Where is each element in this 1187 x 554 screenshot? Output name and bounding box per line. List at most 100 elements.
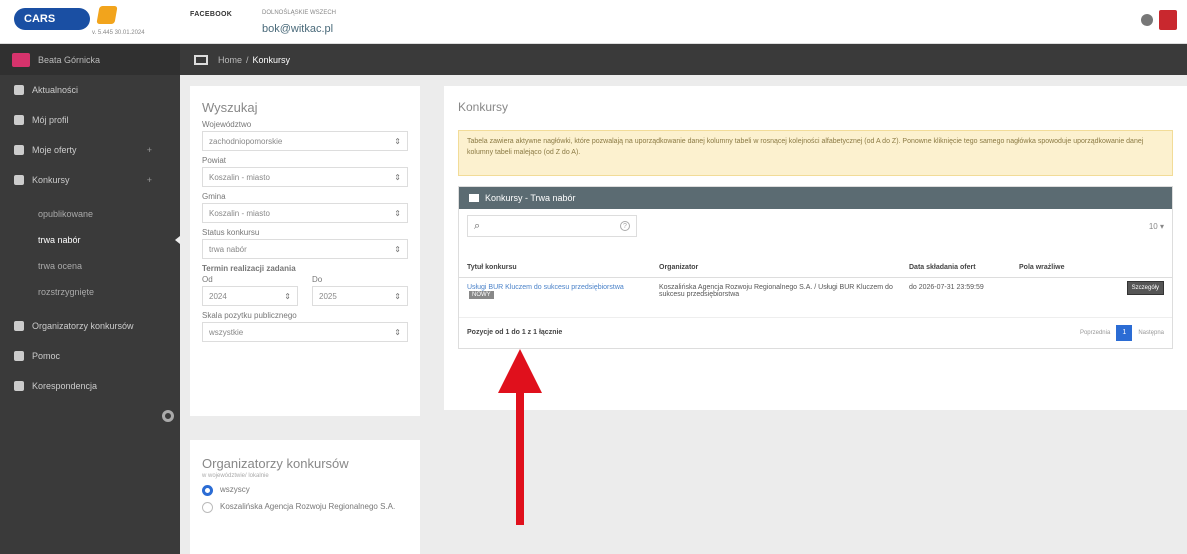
col-title[interactable]: Tytuł konkursu (459, 243, 651, 278)
cell-sensitive (1011, 277, 1081, 318)
eye-icon[interactable] (1141, 14, 1153, 26)
organizer-option-karr[interactable]: Koszalińska Agencja Rozwoju Regionalnego… (202, 502, 408, 513)
sidebar-item-label: Organizatorzy konkursów (32, 321, 134, 331)
organizers-subtitle: w województwie/ lokalnie (202, 473, 269, 479)
select-value: wszystkie (209, 327, 244, 337)
details-button[interactable]: Szczegóły (1126, 280, 1164, 295)
sidebar-item-label: Moje oferty (32, 145, 77, 155)
select-value: zachodniopomorskie (209, 136, 283, 146)
menu-toggle-icon[interactable] (194, 54, 208, 65)
sidebar-item-label: Korespondencja (32, 381, 98, 391)
cell-actions: Szczegóły (1081, 277, 1172, 318)
col-date[interactable]: Data składania ofert (901, 243, 1011, 278)
top-bar: CARS v. 5.445 30.01.2024 FACEBOOK DOLNOŚ… (0, 0, 1187, 44)
breadcrumb-home[interactable]: Home (218, 55, 242, 65)
user-row[interactable]: Beata Górnicka (0, 44, 180, 75)
to-select[interactable]: 2025 ⇕ (312, 286, 408, 306)
organizer-option-all[interactable]: wszyscy (202, 485, 408, 496)
app-logo[interactable]: CARS (14, 8, 90, 30)
term-row: Od 2024 ⇕ Do 2025 ⇕ (202, 275, 408, 306)
sidebar-item-contests[interactable]: Konkursy + (0, 165, 180, 195)
cell-organizer: Koszalińska Agencja Rozwoju Regionalnego… (651, 277, 901, 318)
sidebar-item-organizers[interactable]: Organizatorzy konkursów (0, 311, 180, 341)
sidebar-item-correspondence[interactable]: Korespondencja (0, 371, 180, 401)
organizers-panel: Organizatorzy konkursów w województwie/ … (190, 440, 420, 554)
page-size-value: 10 (1148, 221, 1158, 231)
col-organizer[interactable]: Organizator (651, 243, 901, 278)
sidebar-item-help[interactable]: Pomoc (0, 341, 180, 371)
page-1-button[interactable]: 1 (1116, 324, 1133, 341)
news-icon (14, 85, 24, 95)
term-label: Termin realizacji zadania (202, 264, 296, 273)
to-label: Do (312, 275, 323, 284)
page-size-select[interactable]: 10 ▾ (1149, 222, 1164, 231)
scale-select[interactable]: wszystkie ⇕ (202, 322, 408, 342)
pagination: Poprzednia 1 Następna (1080, 324, 1164, 341)
submenu-resolved[interactable]: rozstrzygnięte (0, 279, 180, 305)
table-row: Usługi BUR Kluczem do sukcesu przedsiębi… (459, 277, 1172, 318)
prev-page-button[interactable]: Poprzednia (1080, 330, 1110, 336)
sidebar-item-news[interactable]: Aktualności (0, 75, 180, 105)
col-sensitive[interactable]: Pola wrażliwe (1011, 243, 1081, 278)
from-select[interactable]: 2024 ⇕ (202, 286, 298, 306)
page-title: Konkursy (458, 100, 509, 114)
sidebar-item-profile[interactable]: Mój profil (0, 105, 180, 135)
voivodeship-select[interactable]: zachodniopomorskie ⇕ (202, 131, 408, 151)
submenu-recruiting[interactable]: trwa nabór (0, 227, 180, 253)
sidebar-item-label: Konkursy (32, 175, 70, 185)
mail-icon (14, 381, 24, 391)
updown-icon: ⇕ (394, 172, 401, 182)
table-title: Konkursy - Trwa nabór (485, 193, 576, 203)
commune-select[interactable]: Koszalin - miasto ⇕ (202, 203, 408, 223)
sidebar-item-offers[interactable]: Moje oferty + (0, 135, 180, 165)
expand-icon[interactable]: + (147, 145, 152, 155)
user-icon (14, 115, 24, 125)
updown-icon: ⇕ (284, 291, 291, 301)
document-icon (14, 145, 24, 155)
breadcrumb-separator: / (246, 54, 249, 65)
building-icon (14, 321, 24, 331)
status-select[interactable]: trwa nabór ⇕ (202, 239, 408, 259)
table-footer: Pozycje od 1 do 1 z 1 łącznie Poprzednia… (459, 318, 1172, 348)
question-icon[interactable]: ? (620, 221, 630, 231)
submenu-evaluating[interactable]: trwa ocena (0, 253, 180, 279)
updown-icon: ⇕ (394, 208, 401, 218)
select-value: 2024 (209, 291, 227, 301)
radio-unchecked[interactable] (202, 502, 213, 513)
expand-icon[interactable]: + (147, 175, 152, 185)
new-badge: NOWY (469, 290, 494, 299)
partner-logo (96, 6, 118, 24)
gear-icon[interactable] (162, 410, 174, 422)
county-label: Powiat (202, 156, 227, 165)
sidebar-item-label: Pomoc (32, 351, 61, 361)
submenu-published[interactable]: opublikowane (0, 201, 180, 227)
contest-title-link[interactable]: Usługi BUR Kluczem do sukcesu przedsiębi… (467, 284, 624, 291)
cell-date: do 2026-07-31 23:59:59 (901, 277, 1011, 318)
radio-checked[interactable] (202, 485, 213, 496)
search-input[interactable]: ⌕ ? (467, 215, 637, 237)
updown-icon: ⇕ (394, 327, 401, 337)
radio-label: Koszalińska Agencja Rozwoju Regionalnego… (220, 502, 396, 511)
table-header-bar: Konkursy - Trwa nabór (459, 187, 1172, 209)
search-icon: ⌕ (474, 219, 481, 232)
select-value: trwa nabór (209, 244, 247, 254)
contests-submenu: opublikowane trwa nabór trwa ocena rozst… (0, 195, 180, 311)
select-value: 2025 (319, 291, 337, 301)
user-name: Beata Górnicka (38, 54, 101, 65)
updown-icon: ⇕ (394, 244, 401, 254)
support-email[interactable]: bok@witkac.pl (262, 23, 333, 35)
radio-label: wszyscy (220, 485, 250, 494)
select-value: Koszalin - miasto (209, 172, 270, 182)
sidebar-item-label: Mój profil (32, 115, 69, 125)
county-select[interactable]: Koszalin - miasto ⇕ (202, 167, 408, 187)
organizers-title: Organizatorzy konkursów (202, 456, 349, 471)
annotation-arrow-icon (498, 349, 542, 525)
cell-title: Usługi BUR Kluczem do sukcesu przedsiębi… (459, 277, 651, 318)
version-label: v. 5.445 30.01.2024 (92, 30, 145, 36)
col-actions (1081, 243, 1172, 278)
contact-subtitle: DOLNOŚLĄSKIE WSZECH (262, 10, 337, 16)
contact-label[interactable]: FACEBOOK (190, 11, 232, 18)
logout-icon[interactable] (1159, 10, 1177, 30)
contests-table-box: Konkursy - Trwa nabór ⌕ ? 10 ▾ Tytuł kon… (458, 186, 1173, 349)
next-page-button[interactable]: Następna (1138, 330, 1164, 336)
